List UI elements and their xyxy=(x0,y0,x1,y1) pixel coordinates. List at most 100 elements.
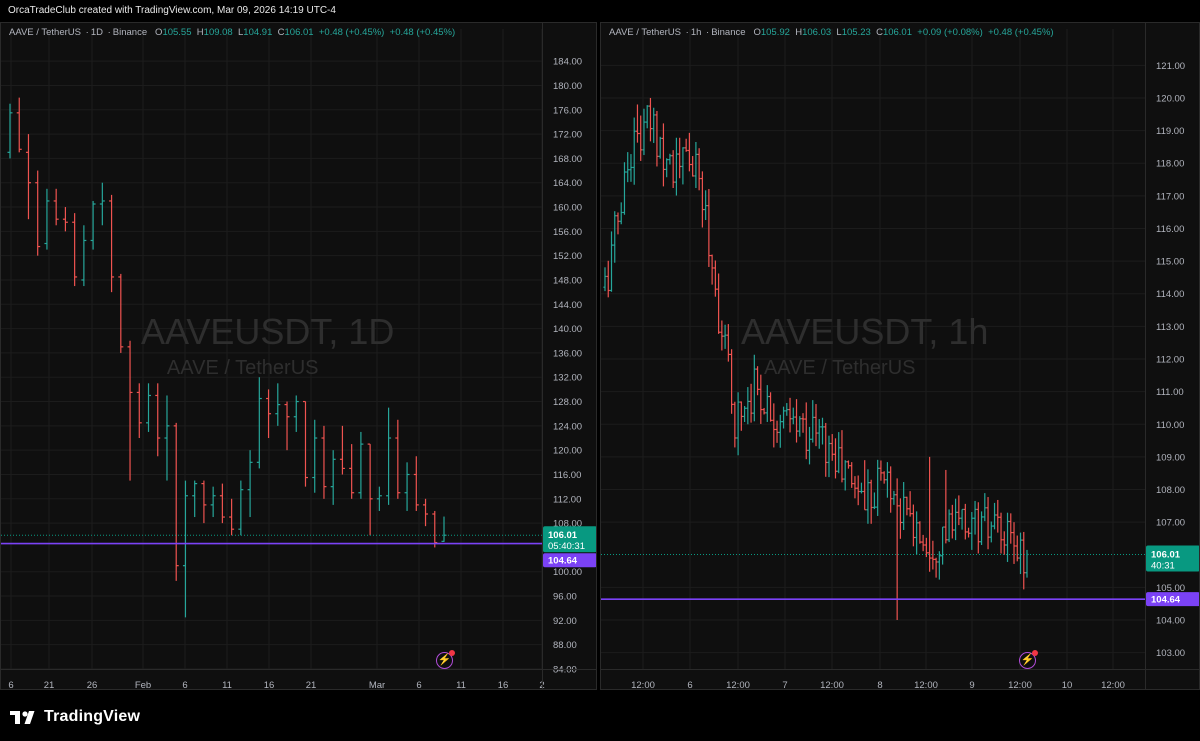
symbol-legend: AAVE / TetherUS · 1D · Binance O105.55 H10… xyxy=(9,27,456,38)
watermark-subtitle: AAVE / TetherUS xyxy=(166,357,319,379)
flash-icon[interactable]: ⚡ xyxy=(1019,650,1038,669)
flash-icon[interactable]: ⚡ xyxy=(436,650,455,669)
footer-bar: TradingView xyxy=(0,690,1200,741)
y-tick-label: 119.00 xyxy=(1156,126,1184,137)
legend-change: +0.48 (+0.45%) xyxy=(318,27,385,38)
y-tick-label: 180.00 xyxy=(553,81,582,92)
y-tick-label: 128.00 xyxy=(553,397,582,408)
x-tick-label: Mar xyxy=(369,680,385,690)
legend-close-key: C xyxy=(876,27,883,38)
legend-open: 105.55 xyxy=(162,27,192,38)
level-price-value: 104.64 xyxy=(548,556,578,567)
y-tick-label: 116.00 xyxy=(1156,224,1184,235)
x-tick-label: 6 xyxy=(182,680,187,690)
x-tick-label: Feb xyxy=(135,680,151,690)
x-tick-label: 12:00 xyxy=(631,680,655,690)
y-tick-label: 109.00 xyxy=(1156,452,1185,463)
watermark-title: AAVEUSDT, 1h xyxy=(741,311,989,352)
y-tick-label: 118.00 xyxy=(1156,159,1184,170)
chart-attribution: OrcaTradeClub created with TradingView.c… xyxy=(8,5,336,16)
tradingview-logo[interactable]: TradingView xyxy=(10,708,140,726)
legend-low: 104.91 xyxy=(243,27,273,38)
y-tick-label: 115.00 xyxy=(1156,257,1184,268)
x-tick-label: 12:00 xyxy=(1008,680,1032,690)
y-tick-label: 96.00 xyxy=(553,592,577,603)
y-tick-label: 140.00 xyxy=(553,324,582,335)
y-tick-label: 120.00 xyxy=(553,446,582,457)
level-price-value: 104.64 xyxy=(1151,595,1181,606)
y-tick-label: 116.00 xyxy=(553,470,581,481)
legend-open: 105.92 xyxy=(760,27,790,38)
x-tick-label: 10 xyxy=(1062,680,1073,690)
y-tick-label: 121.00 xyxy=(1156,61,1185,72)
y-tick-label: 113.00 xyxy=(1156,322,1184,333)
legend-symbol: AAVE / TetherUS xyxy=(609,27,681,38)
x-tick-label: 6 xyxy=(687,680,692,690)
x-tick-label: 7 xyxy=(782,680,787,690)
legend-close-key: C xyxy=(277,27,285,38)
x-tick-label: 21 xyxy=(306,680,317,690)
y-tick-label: 92.00 xyxy=(553,616,577,627)
y-tick-label: 103.00 xyxy=(1156,648,1185,659)
legend-close: 106.01 xyxy=(882,27,912,38)
symbol-legend: AAVE / TetherUS · 1h · Binance O105.92 H10… xyxy=(609,27,1054,38)
y-tick-label: 148.00 xyxy=(553,275,582,286)
y-tick-label: 132.00 xyxy=(553,373,582,384)
chart-watermark: AAVEUSDT, 1h AAVE / TetherUS xyxy=(741,311,988,380)
y-tick-label: 88.00 xyxy=(553,640,577,651)
x-tick-label: 6 xyxy=(416,680,421,690)
legend-exchange: Binance xyxy=(711,27,746,38)
watermark-subtitle: AAVE / TetherUS xyxy=(763,357,916,379)
x-tick-label: 26 xyxy=(87,680,98,690)
y-tick-label: 172.00 xyxy=(553,130,582,141)
legend-high-key: H xyxy=(196,27,204,38)
x-tick-label: 6 xyxy=(8,680,13,690)
legend-close: 106.01 xyxy=(284,27,314,38)
chart-panel-daily[interactable]: AAVE / TetherUS · 1D · Binance O105.55 H10… xyxy=(0,22,597,690)
chart-panel-hourly[interactable]: AAVE / TetherUS · 1h · Binance O105.92 H10… xyxy=(600,22,1200,690)
legend-interval: 1D xyxy=(90,27,103,38)
x-tick-label: 12:00 xyxy=(914,680,938,690)
y-tick-label: 164.00 xyxy=(553,178,582,189)
y-tick-label: 112.00 xyxy=(553,494,581,505)
legend-change: +0.09 (+0.08%) xyxy=(917,27,983,38)
y-tick-label: 124.00 xyxy=(553,421,582,432)
y-tick-label: 144.00 xyxy=(553,300,582,311)
x-tick-label: 11 xyxy=(222,680,232,690)
legend-open-key: O xyxy=(753,27,761,38)
y-tick-label: 176.00 xyxy=(553,105,582,116)
last-price-value: 106.01 xyxy=(1151,549,1181,560)
y-tick-label: 152.00 xyxy=(553,251,582,262)
x-tick-label: 12:00 xyxy=(1101,680,1125,690)
bar-countdown: 40:31 xyxy=(1151,560,1175,571)
y-tick-label: 117.00 xyxy=(1156,191,1184,202)
y-tick-label: 160.00 xyxy=(553,203,582,214)
legend-exchange: Binance xyxy=(112,27,148,38)
legend-change-total: +0.48 (+0.45%) xyxy=(389,27,456,38)
y-tick-label: 156.00 xyxy=(553,227,582,238)
x-tick-label: 12:00 xyxy=(726,680,750,690)
y-tick-label: 114.00 xyxy=(1156,289,1184,300)
legend-interval: 1h xyxy=(690,27,702,38)
y-tick-label: 107.00 xyxy=(1156,518,1185,529)
legend-symbol: AAVE / TetherUS xyxy=(9,27,81,38)
top-bar: OrcaTradeClub created with TradingView.c… xyxy=(0,0,1200,22)
x-tick-label: 11 xyxy=(456,680,466,690)
x-tick-label: 16 xyxy=(498,680,509,690)
y-tick-label: 100.00 xyxy=(553,567,582,578)
y-tick-label: 168.00 xyxy=(553,154,582,165)
legend-low: 105.23 xyxy=(841,27,871,38)
x-tick-label: 9 xyxy=(969,680,974,690)
logo-text: TradingView xyxy=(44,708,141,725)
tradingview-logo-icon xyxy=(10,711,35,724)
legend-high: 109.08 xyxy=(203,27,233,38)
y-tick-label: 184.00 xyxy=(553,57,582,68)
y-tick-label: 111.00 xyxy=(1156,387,1184,398)
chart-watermark: AAVEUSDT, 1D AAVE / TetherUS xyxy=(141,311,394,380)
x-tick-label: 16 xyxy=(264,680,275,690)
x-tick-label: 21 xyxy=(44,680,55,690)
y-tick-label: 112.00 xyxy=(1156,355,1184,366)
last-price-value: 106.01 xyxy=(548,530,578,541)
y-tick-label: 120.00 xyxy=(1156,93,1185,104)
x-tick-label: 8 xyxy=(877,680,882,690)
